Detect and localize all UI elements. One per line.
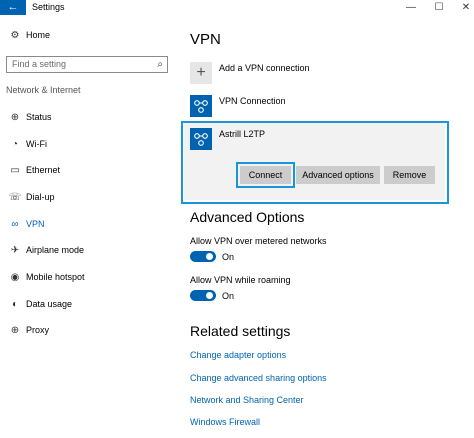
data-usage-icon: ◐ bbox=[11, 298, 19, 310]
plus-icon[interactable]: + bbox=[190, 62, 212, 84]
back-arrow-icon: ← bbox=[7, 1, 19, 13]
sidebar-item-airplane-mode[interactable]: ✈ Airplane mode bbox=[0, 240, 178, 260]
hotspot-icon: ◉ bbox=[10, 271, 20, 283]
metered-toggle[interactable] bbox=[190, 251, 216, 262]
sidebar-item-label: Wi-Fi bbox=[26, 139, 47, 149]
section-label: Network & Internet bbox=[6, 85, 81, 95]
sidebar-item-mobile-hotspot[interactable]: ◉ Mobile hotspot bbox=[0, 267, 178, 287]
sidebar-item-label: Home bbox=[26, 30, 51, 40]
sidebar-item-label: Data usage bbox=[26, 299, 73, 309]
globe-icon: ⊕ bbox=[10, 324, 20, 336]
globe-icon: ⊕ bbox=[10, 111, 20, 123]
sidebar-item-home[interactable]: ⚙ Home bbox=[0, 25, 178, 45]
sidebar-item-dialup[interactable]: ☏ Dial-up bbox=[0, 187, 178, 207]
sidebar-item-label: Airplane mode bbox=[26, 245, 85, 255]
advanced-options-button[interactable]: Advanced options bbox=[296, 166, 380, 184]
vpn-connection-name: Astrill L2TP bbox=[219, 129, 266, 139]
title-bar: ← Settings — ☐ ✕ bbox=[0, 0, 474, 15]
metered-toggle-state: On bbox=[222, 252, 235, 262]
close-button[interactable]: ✕ bbox=[451, 0, 474, 15]
page-title: VPN bbox=[190, 31, 221, 48]
roaming-toggle-state: On bbox=[222, 291, 235, 301]
vpn-connection-name[interactable]: VPN Connection bbox=[219, 96, 286, 106]
sidebar: ⚙ Home Find a setting ⌕ Network & Intern… bbox=[0, 15, 178, 438]
main-content: VPN + Add a VPN connection VPN Connectio… bbox=[178, 15, 474, 438]
change-adapter-options-link[interactable]: Change adapter options bbox=[190, 350, 286, 360]
sidebar-item-wifi[interactable]: ◔ Wi-Fi bbox=[0, 134, 178, 154]
related-settings-heading: Related settings bbox=[190, 323, 291, 339]
dialup-icon: ☏ bbox=[8, 191, 22, 203]
minimize-button[interactable]: — bbox=[396, 0, 426, 15]
sidebar-item-proxy[interactable]: ⊕ Proxy bbox=[0, 320, 178, 340]
change-sharing-options-link[interactable]: Change advanced sharing options bbox=[190, 373, 327, 383]
sidebar-item-label: Dial-up bbox=[26, 192, 55, 202]
search-placeholder: Find a setting bbox=[12, 59, 67, 69]
roaming-option-label: Allow VPN while roaming bbox=[190, 275, 291, 285]
wifi-icon: ◔ bbox=[11, 138, 19, 150]
sidebar-item-label: VPN bbox=[26, 219, 45, 229]
sidebar-item-label: Status bbox=[26, 112, 52, 122]
maximize-button[interactable]: ☐ bbox=[424, 0, 454, 15]
window-title: Settings bbox=[32, 2, 65, 12]
search-input[interactable]: Find a setting ⌕ bbox=[6, 56, 168, 73]
sidebar-item-vpn[interactable]: ∞ VPN bbox=[0, 214, 178, 234]
vpn-connection-icon[interactable] bbox=[190, 95, 212, 117]
metered-option-label: Allow VPN over metered networks bbox=[190, 236, 327, 246]
back-button[interactable]: ← bbox=[0, 0, 26, 15]
advanced-options-heading: Advanced Options bbox=[190, 209, 305, 225]
remove-button[interactable]: Remove bbox=[384, 166, 435, 184]
network-sharing-center-link[interactable]: Network and Sharing Center bbox=[190, 395, 304, 405]
sidebar-item-label: Ethernet bbox=[26, 165, 61, 175]
ethernet-icon: ▭ bbox=[10, 164, 20, 176]
airplane-icon: ✈ bbox=[10, 244, 20, 256]
gear-icon: ⚙ bbox=[10, 29, 20, 41]
toggle-knob bbox=[206, 292, 213, 299]
sidebar-item-label: Mobile hotspot bbox=[26, 272, 85, 282]
vpn-connection-icon bbox=[190, 128, 212, 150]
windows-firewall-link[interactable]: Windows Firewall bbox=[190, 417, 260, 427]
connect-button[interactable]: Connect bbox=[240, 166, 291, 184]
toggle-knob bbox=[206, 253, 213, 260]
vpn-icon: ∞ bbox=[11, 218, 19, 230]
sidebar-item-ethernet[interactable]: ▭ Ethernet bbox=[0, 160, 178, 180]
add-vpn-connection-link[interactable]: Add a VPN connection bbox=[219, 63, 310, 73]
roaming-toggle[interactable] bbox=[190, 290, 216, 301]
sidebar-item-data-usage[interactable]: ◐ Data usage bbox=[0, 294, 178, 314]
sidebar-item-label: Proxy bbox=[26, 325, 50, 335]
search-icon[interactable]: ⌕ bbox=[157, 57, 163, 72]
sidebar-item-status[interactable]: ⊕ Status bbox=[0, 107, 178, 127]
